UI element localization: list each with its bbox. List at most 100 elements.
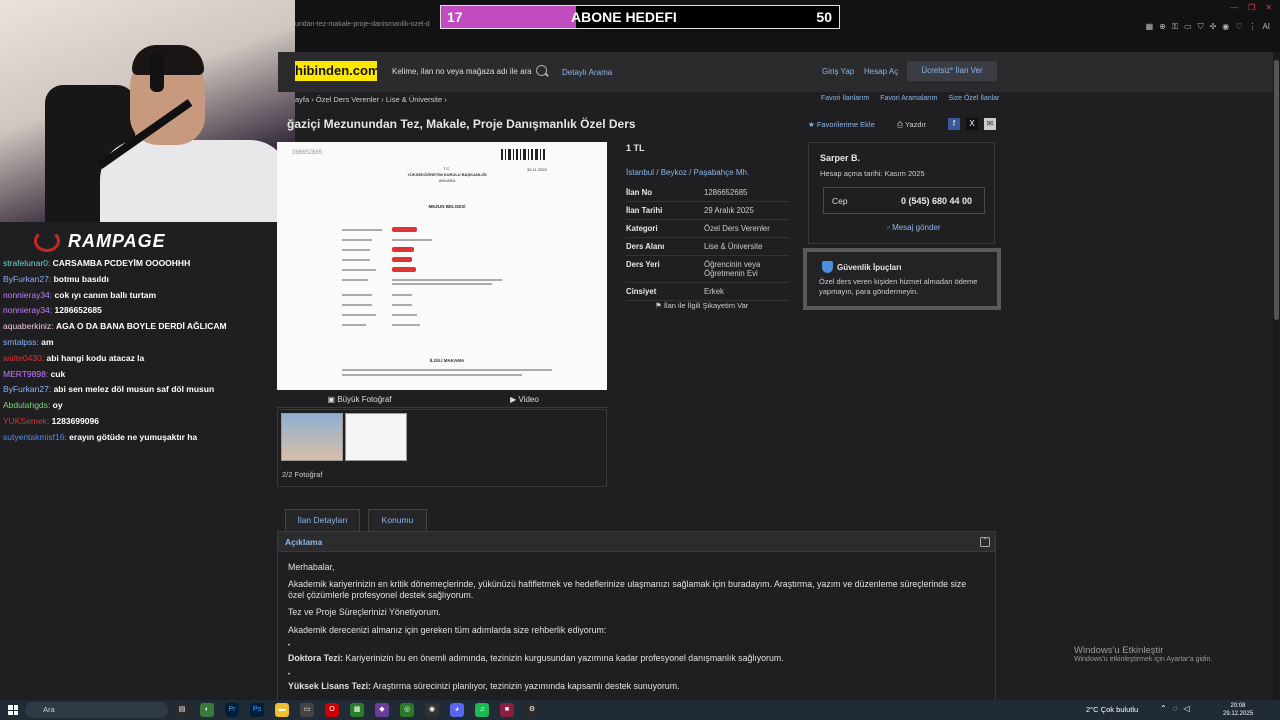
spotify-icon[interactable]: ◉ (1222, 22, 1229, 32)
spotify-icon[interactable]: ♫ (475, 703, 489, 717)
close-icon[interactable]: ✕ (1265, 3, 1272, 12)
settings-icon[interactable]: ⋮ (1248, 22, 1256, 32)
chrome-icon[interactable]: ◎ (400, 703, 414, 717)
chat-text: am (41, 336, 54, 347)
register-link[interactable]: Hesap Aç (864, 67, 898, 76)
email-icon[interactable]: ✉ (984, 118, 996, 130)
shield-icon[interactable]: ⛉ (1198, 22, 1204, 32)
favorite-searches-link[interactable]: Favori Aramalarım (880, 95, 937, 102)
key-icon[interactable]: ⚿ (1172, 22, 1178, 32)
zoom-icon[interactable]: ⊕ (1159, 22, 1166, 32)
chat-username[interactable]: ByFurkan27: (3, 384, 51, 394)
minecraft-icon[interactable]: ▩ (350, 703, 364, 717)
send-message-label: Mesaj gönder (892, 223, 941, 232)
notepad-icon[interactable]: ▭ (300, 703, 314, 717)
breadcrumb-item[interactable]: ayfa (295, 95, 309, 104)
opera-icon[interactable]: O (325, 703, 339, 717)
cast-icon[interactable]: ▭ (1184, 22, 1192, 32)
volume-icon[interactable]: ◁ (1183, 704, 1189, 713)
chat-username[interactable]: aquaberkiniz: (3, 321, 54, 331)
extension-icon[interactable]: ✣ (1210, 22, 1217, 32)
network-icon[interactable]: ◌ (1173, 704, 1178, 713)
thumbnail-portrait[interactable] (281, 413, 343, 461)
photo-toolbar: ▣ Büyük Fotoğraf ▶ Video (277, 391, 607, 408)
info-row: Ders Alanı Lise & Üniversite (626, 238, 789, 256)
ai-button[interactable]: AI (1262, 22, 1270, 32)
chat-text: AGA O DA BANA BOYLE DERDİ AĞLICAM (55, 321, 227, 332)
location-city[interactable]: İstanbul (626, 168, 654, 177)
chat-username[interactable]: ByFurkan27: (3, 274, 51, 284)
report-listing-link[interactable]: ⚑ İlan ile İlgili Şikayetim Var (655, 301, 748, 310)
video-button[interactable]: ▶ Video (442, 391, 607, 407)
tab-location[interactable]: Konumu (368, 509, 427, 531)
facebook-icon[interactable]: f (948, 118, 960, 130)
detailed-search-link[interactable]: Detaylı Arama (562, 68, 612, 77)
location-district[interactable]: Beykoz (661, 168, 687, 177)
discord-icon[interactable]: ◕ (450, 703, 464, 717)
login-link[interactable]: Giriş Yap (822, 67, 854, 76)
post-ad-button[interactable]: Ücretsiz* İlan Ver (907, 61, 997, 81)
chat-username[interactable]: MERT9898: (3, 369, 48, 379)
breadcrumb-item[interactable]: Lise & Üniversite (386, 95, 442, 104)
seller-name[interactable]: Sarper B. (820, 153, 860, 163)
chat-username[interactable]: sutyentakmisf16: (3, 432, 67, 442)
document-footer-line (342, 369, 552, 371)
site-logo[interactable]: hibinden.com (295, 61, 377, 81)
taskbar-search[interactable]: Ara (25, 702, 168, 718)
clock[interactable]: 20:08 29.12.2025 (1223, 702, 1253, 718)
send-message-link[interactable]: ▫ Mesaj gönder (887, 223, 941, 232)
chat-username[interactable]: smtalpss: (3, 337, 39, 347)
search-input[interactable]: Kelime, ilan no veya mağaza adı ile ara (392, 67, 532, 76)
location-neighborhood[interactable]: Paşabahçe Mh. (694, 168, 750, 177)
taskbar-apps: ▤ ◐ Pr Ps ▬ ▭ O ▩ ◆ ◎ ◉ ◕ ♫ ■ ⚙ (175, 703, 539, 717)
favorite-listings-link[interactable]: Favori İlanlarım (821, 95, 869, 102)
thumbnail-strip: 2/2 Fotoğraf (277, 409, 607, 487)
chat-username[interactable]: nonnieray34: (3, 305, 52, 315)
info-key: Ders Yeri (626, 260, 660, 269)
chat-username[interactable]: Abdulahgds: (3, 400, 50, 410)
grid-icon[interactable]: ▦ (1146, 22, 1154, 32)
windows-start-icon[interactable] (8, 705, 18, 715)
search-icon[interactable] (536, 65, 547, 76)
heart-icon[interactable]: ♡ (1235, 22, 1242, 32)
minimize-icon[interactable]: — (1230, 3, 1238, 12)
premiere-icon[interactable]: Pr (225, 703, 239, 717)
chat-username[interactable]: nonnieray34: (3, 290, 52, 300)
personalized-listings-link[interactable]: Size Özel İlanlar (948, 95, 999, 102)
chat-username[interactable]: walte0430: (3, 353, 44, 363)
restore-icon[interactable]: ❐ (1248, 3, 1255, 12)
obs-icon[interactable]: ◉ (425, 703, 439, 717)
address-bar[interactable]: undan-tez-makale-proje-danismanlik-ozel-… (295, 21, 430, 28)
listing-photo[interactable]: 286652685 T.C. YÜKSEKÖĞRETİM KURULU BAŞK… (277, 142, 607, 390)
collapse-icon[interactable]: ⌃ (980, 537, 990, 547)
photoshop-icon[interactable]: Ps (250, 703, 264, 717)
thumbnail-document[interactable] (345, 413, 407, 461)
settings-icon[interactable]: ⚙ (525, 703, 539, 717)
chevron-up-icon[interactable]: ⌃ (1160, 704, 1167, 713)
tab-listing-details[interactable]: İlan Detayları (285, 509, 360, 531)
info-value: Erkek (704, 287, 724, 296)
app-icon[interactable]: ◆ (375, 703, 389, 717)
app-icon[interactable]: ◐ (200, 703, 214, 717)
breadcrumb-item[interactable]: Özel Ders Verenler (316, 95, 379, 104)
app-icon[interactable]: ■ (500, 703, 514, 717)
scrollbar-thumb[interactable] (1274, 60, 1279, 320)
window-controls: — ❐ ✕ (1230, 3, 1272, 12)
add-favorite-button[interactable]: ★ Favorilerime Ekle (808, 120, 875, 129)
big-photo-button[interactable]: ▣ Büyük Fotoğraf (277, 391, 442, 407)
chat-text: 1283699096 (51, 415, 99, 426)
chat-username[interactable]: strafelunar0: (3, 258, 50, 268)
print-button[interactable]: ⎙ Yazdır (897, 120, 926, 130)
subscriber-goal-title: ABONE HEDEFI (571, 9, 677, 25)
task-view-icon[interactable]: ▤ (175, 703, 189, 717)
x-twitter-icon[interactable]: X (966, 118, 978, 130)
info-key: İlan Tarihi (626, 206, 663, 215)
file-explorer-icon[interactable]: ▬ (275, 703, 289, 717)
document-header2: YÜKSEKÖĞRETİM KURULU BAŞKANLIĞI (407, 172, 486, 177)
phone-number[interactable]: 0 (545) 680 44 00 (901, 196, 972, 206)
weather-widget[interactable]: 2°C Çok bulutlu (1086, 705, 1138, 714)
chat-username[interactable]: YUKSemek: (3, 416, 49, 426)
screen: undan-tez-makale-proje-danismanlik-ozel-… (0, 0, 1280, 720)
description-body: Merhabalar, Akademik kariyerinizin en kr… (277, 552, 996, 702)
page-scrollbar[interactable] (1273, 52, 1280, 700)
